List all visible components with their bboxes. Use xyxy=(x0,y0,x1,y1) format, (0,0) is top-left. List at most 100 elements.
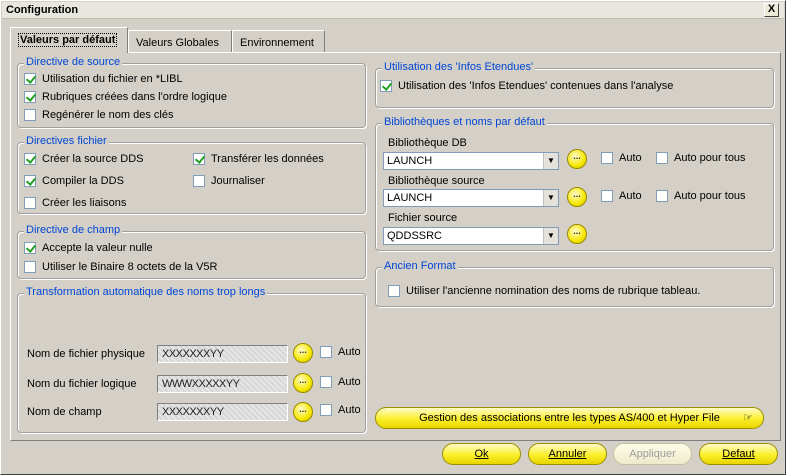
group-directive-source: Directive de source Utilisation du fichi… xyxy=(17,56,366,128)
checkbox-box[interactable] xyxy=(24,73,36,85)
checkbox-box[interactable] xyxy=(24,153,36,165)
checkbox-label: Accepte la valeur nulle xyxy=(42,242,153,254)
checkbox-box[interactable] xyxy=(24,242,36,254)
checkbox-label: Créer les liaisons xyxy=(42,197,127,209)
checkbox-box[interactable] xyxy=(24,91,36,103)
tab-label: Environnement xyxy=(240,37,314,49)
checkbox-label: Transférer les données xyxy=(211,153,324,165)
checkbox-label: Auto xyxy=(338,404,361,416)
tab-environnement[interactable]: Environnement xyxy=(232,30,325,52)
checkbox-label: Regénérer le nom des clés xyxy=(42,109,174,121)
checkbox-ancienne-nomination[interactable]: Utiliser l'ancienne nomination des noms … xyxy=(388,285,700,297)
checkbox-auto-tous-db[interactable]: Auto pour tous xyxy=(656,152,746,164)
checkbox-label: Auto xyxy=(619,152,642,164)
checkbox-label: Auto xyxy=(338,346,361,358)
checkbox-regenerer-cles[interactable]: Regénérer le nom des clés xyxy=(24,109,173,121)
group-infos-etendues: Utilisation des 'Infos Etendues' Utilisa… xyxy=(375,61,774,108)
chevron-down-icon[interactable]: ▼ xyxy=(543,190,558,206)
checkbox-box[interactable] xyxy=(601,190,613,202)
combo-bibliotheque-source[interactable]: LAUNCH ▼ xyxy=(383,189,559,207)
checkbox-auto-db[interactable]: Auto xyxy=(601,152,642,164)
ellipsis-button[interactable]: ... xyxy=(293,373,313,393)
tab-label: Valeurs Globales xyxy=(136,37,219,49)
button-label: Ok xyxy=(474,448,489,460)
input-nom-fichier-physique[interactable]: XXXXXXXYY xyxy=(157,345,288,363)
checkbox-auto-champ[interactable]: Auto xyxy=(320,404,361,416)
checkbox-box[interactable] xyxy=(24,261,36,273)
chevron-down-icon[interactable]: ▼ xyxy=(543,153,558,169)
checkbox-auto-physique[interactable]: Auto xyxy=(320,346,361,358)
input-nom-fichier-logique[interactable]: WWWXXXXXYY xyxy=(157,375,288,393)
combo-value: LAUNCH xyxy=(387,155,433,167)
checkbox-box[interactable] xyxy=(320,346,332,358)
checkbox-box[interactable] xyxy=(601,152,613,164)
annuler-button[interactable]: Annuler xyxy=(528,443,607,465)
checkbox-label: Utilisation du fichier en *LIBL xyxy=(42,73,183,85)
close-button[interactable]: X xyxy=(764,3,779,17)
chevron-down-icon[interactable]: ▼ xyxy=(543,228,558,244)
group-transformation-noms: Transformation automatique des noms trop… xyxy=(17,286,366,433)
combo-fichier-source[interactable]: QDDSSRC ▼ xyxy=(383,227,559,245)
group-ancien-format: Ancien Format Utiliser l'ancienne nomina… xyxy=(375,260,774,307)
group-title: Directive de source xyxy=(24,56,123,68)
checkbox-journaliser[interactable]: Journaliser xyxy=(193,175,265,187)
checkbox-label: Journaliser xyxy=(211,175,265,187)
defaut-button[interactable]: Defaut xyxy=(699,443,778,465)
label-nom-fichier-physique: Nom de fichier physique xyxy=(27,348,146,360)
checkbox-box[interactable] xyxy=(24,175,36,187)
button-label: Annuler xyxy=(548,448,587,460)
checkbox-box[interactable] xyxy=(320,376,332,388)
checkbox-box[interactable] xyxy=(193,153,205,165)
checkbox-compiler-dds[interactable]: Compiler la DDS xyxy=(24,175,124,187)
group-title: Ancien Format xyxy=(382,260,458,272)
configuration-window: Configuration X Valeurs par défaut Valeu… xyxy=(0,0,786,475)
tab-valeurs-globales[interactable]: Valeurs Globales xyxy=(128,30,232,52)
checkbox-transferer-donnees[interactable]: Transférer les données xyxy=(193,153,324,165)
button-label: Appliquer xyxy=(629,448,676,460)
checkbox-box[interactable] xyxy=(656,152,668,164)
input-nom-champ[interactable]: XXXXXXXYY xyxy=(157,403,288,421)
checkbox-label: Utiliser le Binaire 8 octets de la V5R xyxy=(42,261,218,273)
checkbox-label: Auto pour tous xyxy=(674,190,746,202)
gestion-associations-button[interactable]: Gestion des associations entre les types… xyxy=(375,407,764,429)
ellipsis-button[interactable]: ... xyxy=(293,343,313,363)
ellipsis-button[interactable]: ... xyxy=(567,149,587,169)
checkbox-label: Créer la source DDS xyxy=(42,153,144,165)
combo-value: QDDSSRC xyxy=(387,230,443,242)
checkbox-label: Auto xyxy=(619,190,642,202)
group-directive-champ: Directive de champ Accepte la valeur nul… xyxy=(17,224,366,279)
checkbox-infos-etendues[interactable]: Utilisation des 'Infos Etendues' contenu… xyxy=(380,80,673,92)
checkbox-creer-source-dds[interactable]: Créer la source DDS xyxy=(24,153,143,165)
button-label: Gestion des associations entre les types… xyxy=(419,412,720,424)
appliquer-button[interactable]: Appliquer xyxy=(613,443,692,465)
ellipsis-button[interactable]: ... xyxy=(567,187,587,207)
group-directives-fichier: Directives fichier Créer la source DDS T… xyxy=(17,135,366,214)
checkbox-libl[interactable]: Utilisation du fichier en *LIBL xyxy=(24,73,183,85)
checkbox-ordre-logique[interactable]: Rubriques créées dans l'ordre logique xyxy=(24,91,227,103)
window-title: Configuration xyxy=(6,4,79,16)
checkbox-box[interactable] xyxy=(193,175,205,187)
ellipsis-button[interactable]: ... xyxy=(567,224,587,244)
label-bibliotheque-db: Bibliothèque DB xyxy=(388,137,467,149)
combo-bibliotheque-db[interactable]: LAUNCH ▼ xyxy=(383,152,559,170)
checkbox-auto-source[interactable]: Auto xyxy=(601,190,642,202)
checkbox-box[interactable] xyxy=(320,404,332,416)
checkbox-binaire-8-octets[interactable]: Utiliser le Binaire 8 octets de la V5R xyxy=(24,261,217,273)
checkbox-box[interactable] xyxy=(24,109,36,121)
checkbox-valeur-nulle[interactable]: Accepte la valeur nulle xyxy=(24,242,153,254)
ellipsis-button[interactable]: ... xyxy=(293,402,313,422)
checkbox-label: Utiliser l'ancienne nomination des noms … xyxy=(406,285,701,297)
checkbox-auto-tous-source[interactable]: Auto pour tous xyxy=(656,190,746,202)
checkbox-box[interactable] xyxy=(24,197,36,209)
checkbox-auto-logique[interactable]: Auto xyxy=(320,376,361,388)
ok-button[interactable]: Ok xyxy=(442,443,521,465)
tab-valeurs-par-defaut[interactable]: Valeurs par défaut xyxy=(10,27,128,53)
checkbox-box[interactable] xyxy=(656,190,668,202)
checkbox-box[interactable] xyxy=(380,80,392,92)
group-title: Directives fichier xyxy=(24,135,109,147)
checkbox-box[interactable] xyxy=(388,285,400,297)
checkbox-label: Rubriques créées dans l'ordre logique xyxy=(42,91,227,103)
button-label: Defaut xyxy=(722,448,755,460)
checkbox-label: Auto xyxy=(338,376,361,388)
checkbox-creer-liaisons[interactable]: Créer les liaisons xyxy=(24,197,126,209)
